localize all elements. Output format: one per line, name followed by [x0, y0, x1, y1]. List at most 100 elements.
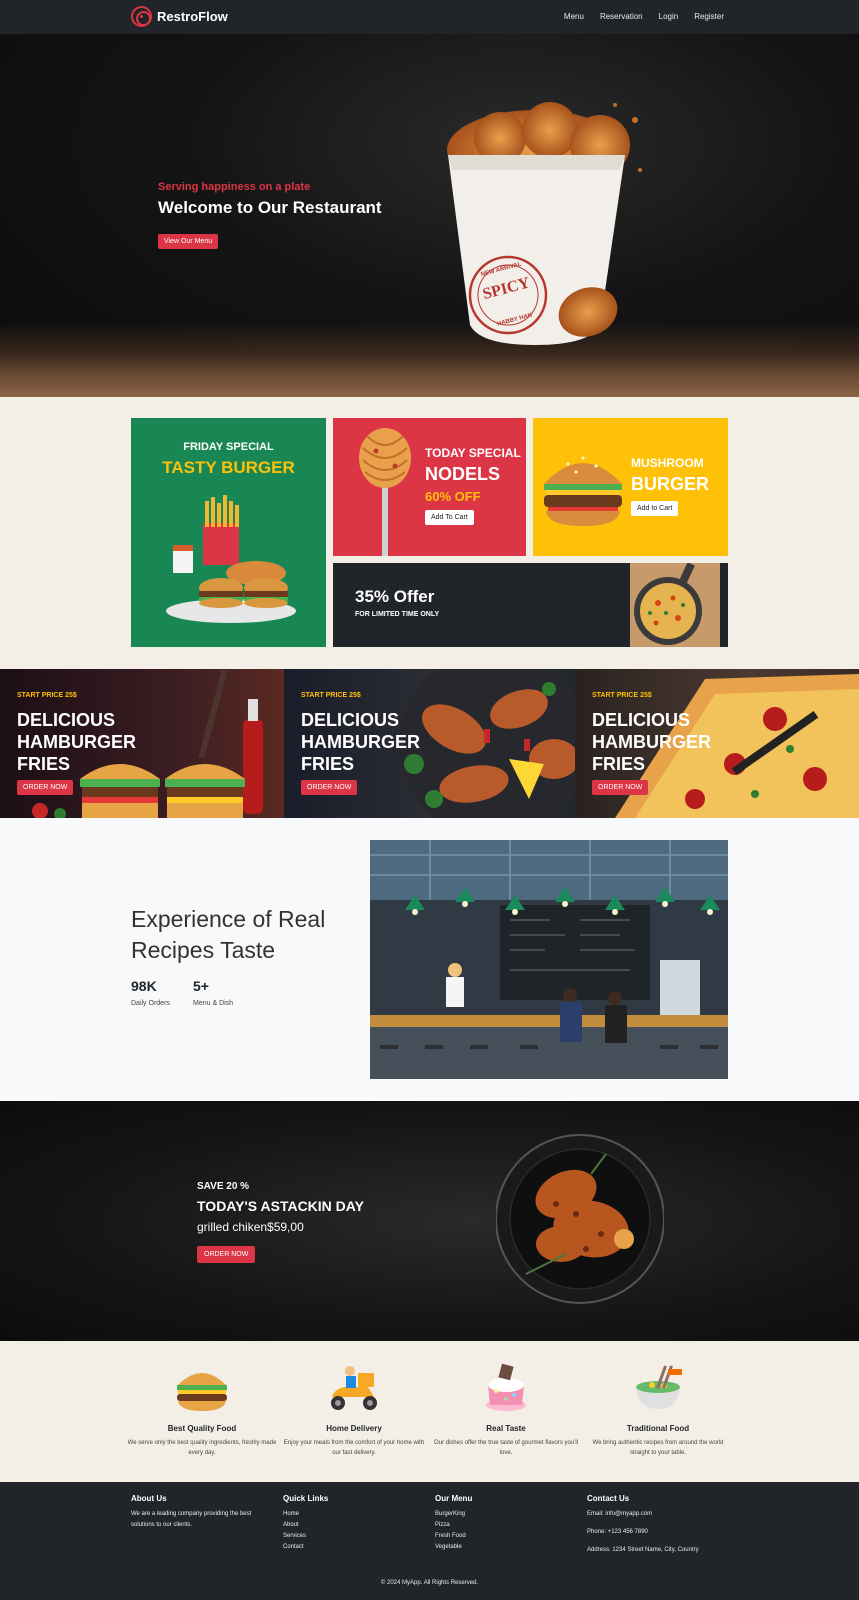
footer-menu-pizza[interactable]: Pizza [435, 1520, 575, 1531]
mushroom-burger-image [544, 456, 622, 526]
grilled-chicken-plate-image [496, 1134, 664, 1304]
feature-desc: We bring authentic recipes from around t… [592, 1440, 724, 1456]
footer-heading: Our Menu [435, 1494, 473, 1503]
hero-title: Welcome to Our Restaurant [158, 198, 382, 217]
today-special-title: NODELS [425, 464, 501, 484]
promo-price: START PRICE 25$ [592, 692, 652, 699]
deal-save: SAVE 20 % [197, 1181, 250, 1192]
order-now-button[interactable]: ORDER NOW [17, 780, 74, 795]
restaurant-interior-image [370, 840, 728, 1079]
mushroom-kicker: MUSHROOM [631, 456, 704, 470]
offer-title: 35% Offer [355, 587, 435, 606]
limited-offer-card[interactable]: 35% Offer FOR LIMITED TIME ONLY [333, 563, 728, 647]
promo-title: DELICIOUS HAMBURGER FRIES [301, 710, 420, 774]
feature-desc: Enjoy your meals from the comfort of you… [283, 1440, 425, 1456]
experience-section: Experience of Real Recipes Taste 98K Dai… [0, 818, 859, 1101]
navbar: RestroFlow Menu Reservation Login Regist… [0, 0, 859, 34]
feature-traditional: Traditional Food We bring authentic reci… [583, 1361, 733, 1458]
add-to-cart-burger-button[interactable]: Add to Cart [631, 501, 679, 516]
delivery-scooter-icon [331, 1366, 377, 1410]
stat-menu-dish: 5+ Menu & Dish [193, 978, 233, 1007]
footer-link-about[interactable]: About [283, 1520, 423, 1531]
footer-email[interactable]: Email: info@myapp.com [587, 1509, 747, 1520]
stat-value: 98K [131, 978, 157, 994]
noodle-bowl-icon [636, 1365, 682, 1409]
footer-menu-vegetable[interactable]: Vegetable [435, 1542, 575, 1553]
footer-heading: Quick Links [283, 1494, 329, 1503]
order-now-button[interactable]: ORDER NOW [301, 780, 358, 795]
footer-heading: Contact Us [587, 1494, 630, 1503]
footer-menu-burgerking[interactable]: BurgerKing [435, 1509, 575, 1520]
footer-link-services[interactable]: Services [283, 1531, 423, 1542]
feature-delivery: Home Delivery Enjoy your meals from the … [279, 1361, 429, 1458]
footer-contact: Contact Us Email: info@myapp.com Phone: … [587, 1494, 747, 1556]
deal-order-button[interactable]: ORDER NOW [197, 1246, 256, 1263]
footer-link-contact[interactable]: Contact [283, 1542, 423, 1553]
hero-table-surface [0, 322, 859, 397]
offer-subtitle: FOR LIMITED TIME ONLY [355, 611, 440, 618]
friday-special-card[interactable]: FRIDAY SPECIAL TASTY BURGER [131, 418, 326, 647]
feature-taste: Real Taste Our dishes offer the true tas… [431, 1361, 581, 1458]
brand[interactable]: RestroFlow [131, 6, 228, 27]
today-special-discount: 60% OFF [425, 489, 481, 504]
deal-day: TODAY'S ASTACKIN DAY [197, 1198, 364, 1214]
footer: About Us We are a leading company provid… [0, 1482, 859, 1600]
footer-heading: About Us [131, 1494, 167, 1503]
mushroom-burger-card[interactable]: MUSHROOM BURGER Add to Cart [533, 418, 728, 556]
deal-price: grilled chiken$59,00 [197, 1220, 304, 1234]
nav-link-menu[interactable]: Menu [564, 12, 584, 21]
view-menu-button[interactable]: View Our Menu [158, 234, 219, 249]
specials-section: FRIDAY SPECIAL TASTY BURGER TODAY SPECIA… [0, 397, 859, 669]
brand-logo-icon [131, 6, 152, 27]
footer-about: About Us We are a leading company provid… [131, 1494, 271, 1531]
nav-link-reservation[interactable]: Reservation [600, 12, 643, 21]
footer-link-home[interactable]: Home [283, 1509, 423, 1520]
promo-price: START PRICE 25$ [301, 692, 361, 699]
footer-quick-links: Quick Links Home About Services Contact [283, 1494, 423, 1553]
add-to-cart-noodles-button[interactable]: Add To Cart [425, 510, 474, 525]
footer-menu-fresh-food[interactable]: Fresh Food [435, 1531, 575, 1542]
mushroom-title: BURGER [631, 474, 710, 494]
footer-address: Address: 1234 Street Name, City, Country [587, 1547, 699, 1553]
footer-phone: Phone: +123 456 7890 [587, 1529, 648, 1535]
feature-desc: We serve only the best quality ingredien… [127, 1440, 277, 1456]
footer-about-text: We are a leading company providing the b… [131, 1511, 252, 1528]
friday-special-kicker: FRIDAY SPECIAL [183, 441, 274, 453]
promo-title: DELICIOUS HAMBURGER FRIES [592, 710, 711, 774]
experience-title: Experience of Real Recipes Taste [131, 906, 326, 963]
nav-link-login[interactable]: Login [659, 12, 679, 21]
feature-title: Best Quality Food [167, 1424, 237, 1433]
promo-card-burger[interactable]: START PRICE 25$ DELICIOUS HAMBURGER FRIE… [0, 669, 284, 818]
stat-daily-orders: 98K Daily Orders [131, 978, 170, 1007]
pasta-pan-image [630, 563, 720, 647]
cake-icon [486, 1363, 526, 1411]
feature-quality: Best Quality Food We serve only the best… [127, 1361, 277, 1458]
friday-special-title: TASTY BURGER [162, 458, 295, 477]
stat-value: 5+ [193, 978, 209, 994]
stat-label: Menu & Dish [193, 1000, 234, 1007]
footer-our-menu: Our Menu BurgerKing Pizza Fresh Food Veg… [435, 1494, 575, 1553]
stat-label: Daily Orders [131, 1000, 170, 1007]
brand-name: RestroFlow [157, 9, 228, 24]
promo-card-pizza[interactable]: START PRICE 25$ DELICIOUS HAMBURGER FRIE… [575, 669, 859, 818]
nav-link-register[interactable]: Register [694, 12, 724, 21]
deal-section: SAVE 20 % TODAY'S ASTACKIN DAY grilled c… [0, 1101, 859, 1341]
promo-price: START PRICE 25$ [17, 692, 77, 699]
feature-title: Real Taste [486, 1424, 526, 1433]
today-special-card[interactable]: TODAY SPECIAL NODELS 60% OFF Add To Cart [333, 418, 526, 556]
noodles-fork-image [359, 428, 411, 556]
fried-chicken-bucket-image: SPICY NEW ARRIVAL HABBY HAN [447, 102, 642, 345]
promo-title: DELICIOUS HAMBURGER FRIES [17, 710, 136, 774]
copyright: © 2024 MyApp. All Rights Reserved. [380, 1580, 479, 1586]
hero-section: Serving happiness on a plate Welcome to … [0, 34, 859, 397]
order-now-button[interactable]: ORDER NOW [592, 780, 649, 795]
feature-title: Home Delivery [326, 1424, 382, 1433]
burger-combo-image [166, 495, 296, 623]
today-special-kicker: TODAY SPECIAL [425, 446, 521, 460]
promo-card-chicken[interactable]: START PRICE 25$ DELICIOUS HAMBURGER FRIE… [284, 669, 575, 818]
promo-strip: START PRICE 25$ DELICIOUS HAMBURGER FRIE… [0, 669, 859, 818]
feature-desc: Our dishes offer the true taste of gourm… [433, 1440, 579, 1456]
feature-title: Traditional Food [626, 1424, 690, 1433]
hero-eyebrow: Serving happiness on a plate [158, 181, 311, 193]
nav-links: Menu Reservation Login Register [564, 12, 724, 21]
